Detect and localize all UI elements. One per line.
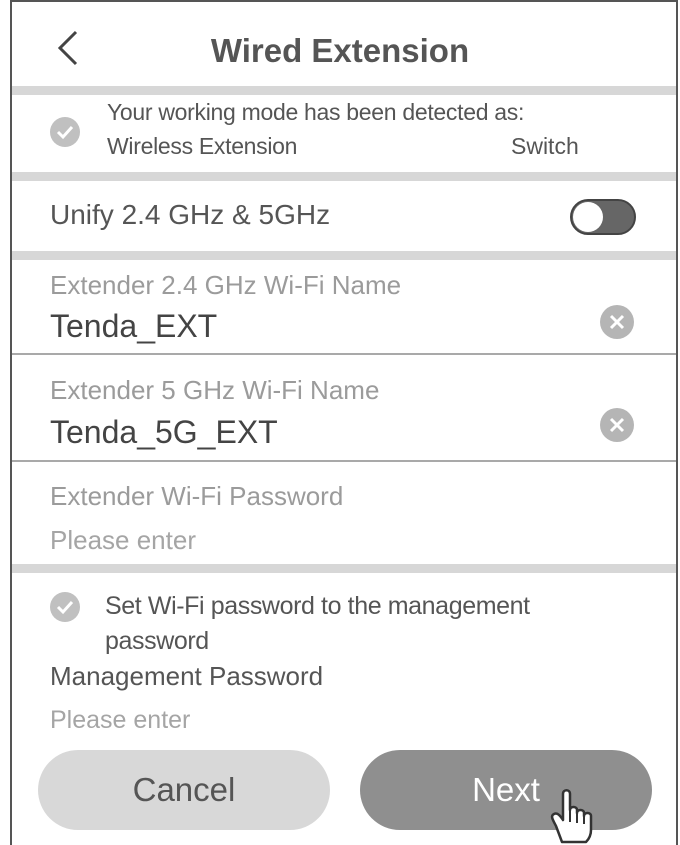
check-icon [56,600,74,615]
wifi5-label: Extender 5 GHz Wi-Fi Name [50,375,380,405]
set-password-checkbox[interactable] [50,592,80,622]
page-title: Wired Extension [210,32,470,69]
clear-icon [609,417,625,433]
divider [12,353,676,355]
unify-label: Unify 2.4 GHz & 5GHz [50,199,331,230]
cancel-button[interactable]: Cancel [38,750,330,830]
wifi24-clear-button[interactable] [600,305,634,339]
wifi5-name-input[interactable]: Tenda_5G_EXT [50,414,278,451]
mode-detected-text: Your working mode has been detected as: [107,99,525,125]
wifi-password-label: Extender Wi-Fi Password [50,481,344,511]
divider [12,460,676,462]
separator [12,172,676,181]
wifi5-clear-button[interactable] [600,408,634,442]
wifi24-name-input[interactable]: Tenda_EXT [50,308,217,345]
separator [12,251,676,260]
mode-detected-switch: Switch [511,133,579,159]
hand-pointer-icon [550,789,593,844]
set-password-text-cont: password [105,627,209,655]
management-password-label: Management Password [50,661,324,691]
mode-check-icon [50,117,80,147]
next-button[interactable]: Next [360,750,652,830]
frame-top-border [10,0,678,12]
set-password-text: Set Wi-Fi password to the management [105,592,530,620]
clear-icon [609,314,625,330]
unify-toggle[interactable] [570,199,636,235]
wifi24-label: Extender 2.4 GHz Wi-Fi Name [50,270,402,300]
management-password-input[interactable]: Please enter [50,706,190,735]
separator [12,86,676,95]
mode-detected-value: Wireless Extension [107,133,298,159]
separator [12,564,676,573]
wifi-password-input[interactable]: Please enter [50,525,196,556]
toggle-knob [573,202,603,232]
